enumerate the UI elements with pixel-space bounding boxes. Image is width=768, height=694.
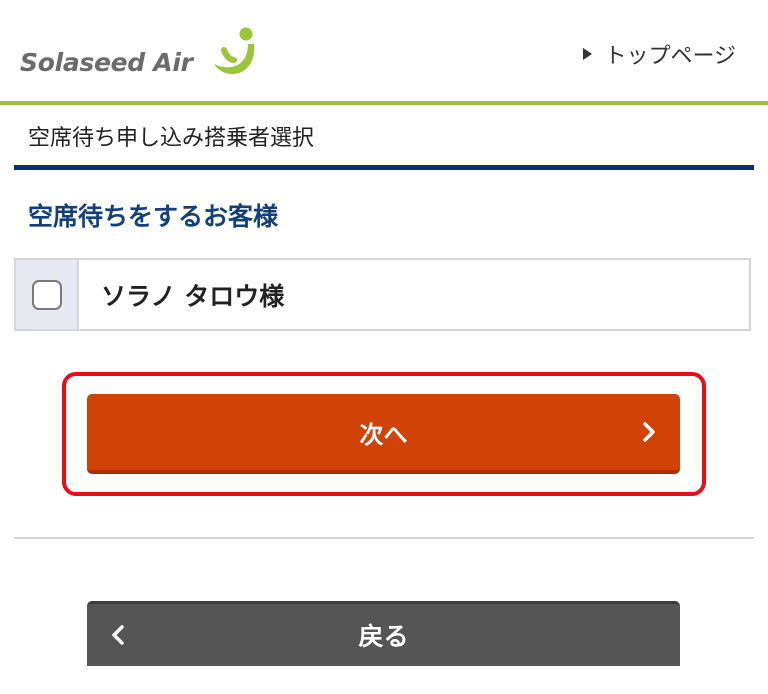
next-button-label: 次へ <box>359 420 408 449</box>
section-heading: 空席待ちをするお客様 <box>28 202 279 231</box>
next-button[interactable]: 次へ <box>87 394 680 474</box>
solaseed-air-logo[interactable]: Solaseed Air <box>20 26 260 86</box>
back-button-label: 戻る <box>358 622 409 651</box>
chevron-right-icon <box>643 422 655 442</box>
solaseed-logo-mark-icon <box>214 27 255 74</box>
page: Solaseed Air トップページ 空席待ち申し込み搭乗者選択 空席待ちをす… <box>0 0 768 694</box>
passenger-checkbox-cell[interactable] <box>16 260 79 329</box>
title-divider <box>14 165 754 170</box>
top-page-link-label: トップページ <box>604 44 736 69</box>
chevron-left-icon <box>112 625 124 645</box>
logo-text: Solaseed Air <box>20 48 193 77</box>
header-divider <box>0 101 768 105</box>
top-page-link[interactable]: トップページ <box>583 38 736 70</box>
section-divider <box>14 537 754 539</box>
passenger-row[interactable]: ソラノ タロウ様 <box>14 258 751 331</box>
triangle-right-icon <box>583 48 593 60</box>
passenger-name: ソラノ タロウ様 <box>101 281 285 311</box>
page-title: 空席待ち申し込み搭乗者選択 <box>28 126 315 151</box>
site-header: Solaseed Air トップページ <box>0 0 768 102</box>
passenger-checkbox[interactable] <box>31 279 62 310</box>
back-button[interactable]: 戻る <box>87 601 680 666</box>
